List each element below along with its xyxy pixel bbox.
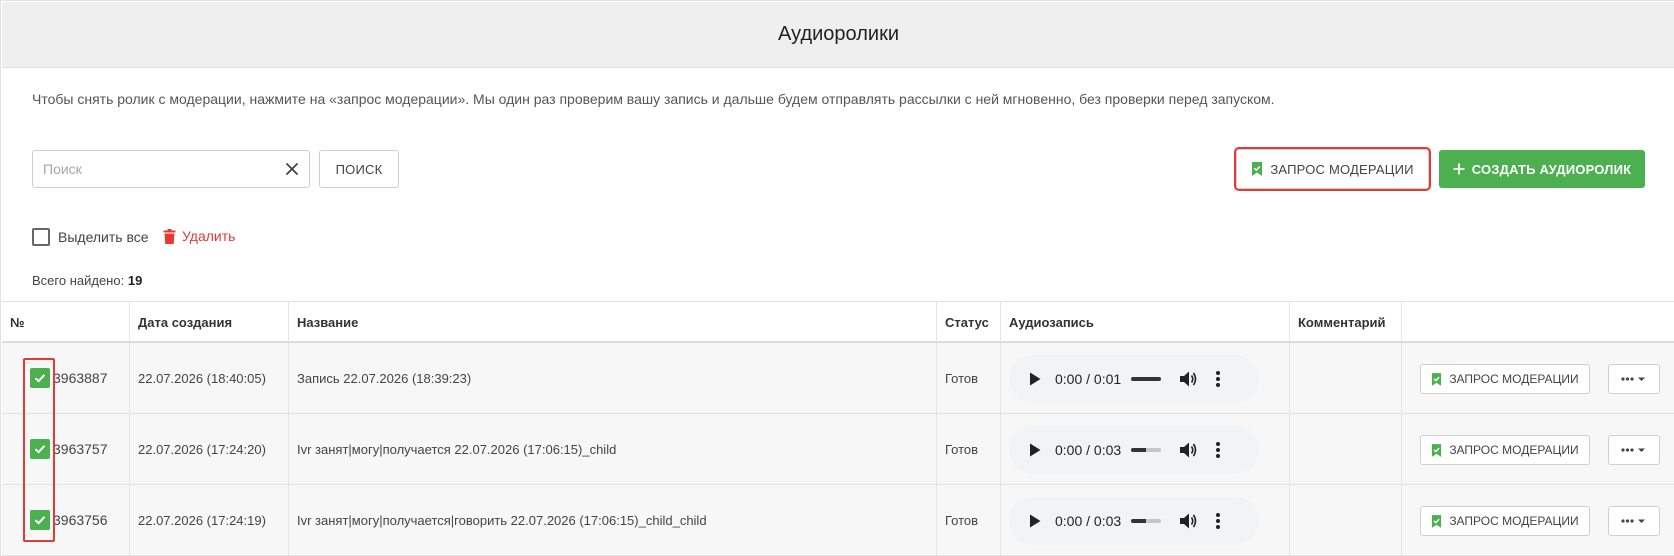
cell-date: 22.07.2026 (18:40:05) <box>130 343 289 413</box>
volume-icon[interactable] <box>1179 512 1197 530</box>
row-id: 3963757 <box>53 441 108 457</box>
close-icon[interactable] <box>283 160 301 178</box>
bookmark-check-icon <box>1431 514 1442 528</box>
audio-progress-fill <box>1131 448 1146 452</box>
cell-name: Запись 22.07.2026 (18:39:23) <box>289 343 937 413</box>
create-audio-label: СОЗДАТЬ АУДИОРОЛИК <box>1471 161 1632 177</box>
audio-player[interactable]: 0:00 / 0:03 <box>1009 497 1259 545</box>
search-button-label: ПОИСК <box>335 161 383 177</box>
row-moderation-button[interactable]: ЗАПРОС МОДЕРАЦИИ <box>1420 506 1590 536</box>
search-input[interactable] <box>33 151 271 187</box>
cell-number: 3963757 <box>2 414 130 484</box>
audio-player[interactable]: 0:00 / 0:01 <box>1009 355 1259 403</box>
cell-audio: 0:00 / 0:03 <box>1001 414 1290 484</box>
cell-status: Готов <box>937 343 1001 413</box>
play-icon[interactable] <box>1029 372 1041 386</box>
column-header-number[interactable]: № <box>2 302 130 342</box>
cell-comment <box>1290 343 1402 413</box>
column-header-comment: Комментарий <box>1290 302 1402 342</box>
info-text: Чтобы снять ролик с модерации, нажмите н… <box>32 91 1275 107</box>
total-found: Всего найдено: 19 <box>32 273 142 288</box>
moderation-request-button[interactable]: ЗАПРОС МОДЕРАЦИИ <box>1234 147 1431 191</box>
page-header: Аудиоролики <box>2 2 1674 68</box>
select-all-checkbox[interactable] <box>32 228 50 246</box>
more-horizontal-icon <box>1621 448 1645 452</box>
cell-name: Ivr занят|могу|получается 22.07.2026 (17… <box>289 414 937 484</box>
row-actions-dropdown[interactable] <box>1608 506 1660 536</box>
page-title: Аудиоролики <box>778 23 899 45</box>
bookmark-check-icon <box>1431 372 1442 386</box>
cell-comment <box>1290 485 1402 555</box>
row-moderation-button[interactable]: ЗАПРОС МОДЕРАЦИИ <box>1420 364 1590 394</box>
cell-audio: 0:00 / 0:03 <box>1001 485 1290 555</box>
row-id: 3963756 <box>53 512 108 528</box>
row-checkbox[interactable] <box>30 439 50 459</box>
audio-time: 0:00 / 0:03 <box>1055 513 1122 529</box>
row-moderation-label: ЗАПРОС МОДЕРАЦИИ <box>1449 443 1579 457</box>
cell-date: 22.07.2026 (17:24:19) <box>130 485 289 555</box>
row-moderation-button[interactable]: ЗАПРОС МОДЕРАЦИИ <box>1420 435 1590 465</box>
audio-progress[interactable] <box>1131 377 1161 381</box>
cell-status: Готов <box>937 485 1001 555</box>
play-icon[interactable] <box>1029 443 1041 457</box>
search-box <box>32 150 310 188</box>
bookmark-check-icon <box>1431 443 1442 457</box>
moderation-request-label: ЗАПРОС МОДЕРАЦИИ <box>1270 161 1414 177</box>
bookmark-check-icon <box>1251 162 1263 176</box>
search-button[interactable]: ПОИСК <box>319 150 399 188</box>
audio-progress-fill <box>1131 519 1146 523</box>
row-actions-dropdown[interactable] <box>1608 364 1660 394</box>
column-header-name[interactable]: Название <box>289 302 937 342</box>
row-moderation-label: ЗАПРОС МОДЕРАЦИИ <box>1449 372 1579 386</box>
cell-comment <box>1290 414 1402 484</box>
total-label: Всего найдено: <box>32 273 125 288</box>
audio-progress[interactable] <box>1131 448 1161 452</box>
row-actions-dropdown[interactable] <box>1608 435 1660 465</box>
table-header: № Дата создания Название Статус Аудиозап… <box>2 301 1674 343</box>
column-header-date[interactable]: Дата создания <box>130 302 289 342</box>
volume-icon[interactable] <box>1179 370 1197 388</box>
audio-time: 0:00 / 0:03 <box>1055 442 1122 458</box>
more-horizontal-icon <box>1621 377 1645 381</box>
trash-icon <box>163 228 176 244</box>
more-horizontal-icon <box>1621 519 1645 523</box>
total-count: 19 <box>127 273 143 288</box>
delete-label: Удалить <box>182 228 236 244</box>
audio-player[interactable]: 0:00 / 0:03 <box>1009 426 1259 474</box>
row-checkbox[interactable] <box>30 368 50 388</box>
play-icon[interactable] <box>1029 514 1041 528</box>
cell-audio: 0:00 / 0:01 <box>1001 343 1290 413</box>
select-all[interactable]: Выделить все <box>32 228 149 246</box>
audio-time: 0:00 / 0:01 <box>1055 371 1122 387</box>
create-audio-button[interactable]: СОЗДАТЬ АУДИОРОЛИК <box>1439 150 1645 188</box>
page: Аудиоролики Чтобы снять ролик с модераци… <box>0 0 1674 556</box>
column-header-audio: Аудиозапись <box>1001 302 1290 342</box>
table-row: 3963757 22.07.2026 (17:24:20) Ivr занят|… <box>2 414 1674 485</box>
select-all-label: Выделить все <box>58 229 149 245</box>
cell-date: 22.07.2026 (17:24:20) <box>130 414 289 484</box>
more-vertical-icon[interactable] <box>1215 370 1221 388</box>
row-moderation-label: ЗАПРОС МОДЕРАЦИИ <box>1449 514 1579 528</box>
row-checkbox[interactable] <box>30 510 50 530</box>
audio-progress[interactable] <box>1131 519 1161 523</box>
table-row: 3963756 22.07.2026 (17:24:19) Ivr занят|… <box>2 485 1674 556</box>
plus-icon <box>1453 163 1465 175</box>
audio-progress-fill <box>1131 377 1161 381</box>
more-vertical-icon[interactable] <box>1215 512 1221 530</box>
cell-name: Ivr занят|могу|получается|говорить 22.07… <box>289 485 937 555</box>
more-vertical-icon[interactable] <box>1215 441 1221 459</box>
delete-button[interactable]: Удалить <box>163 228 235 244</box>
table-row: 3963887 22.07.2026 (18:40:05) Запись 22.… <box>2 343 1674 414</box>
volume-icon[interactable] <box>1179 441 1197 459</box>
cell-number: 3963756 <box>2 485 130 555</box>
row-id: 3963887 <box>53 370 108 386</box>
column-header-status[interactable]: Статус <box>937 302 1001 342</box>
cell-number: 3963887 <box>2 343 130 413</box>
cell-status: Готов <box>937 414 1001 484</box>
